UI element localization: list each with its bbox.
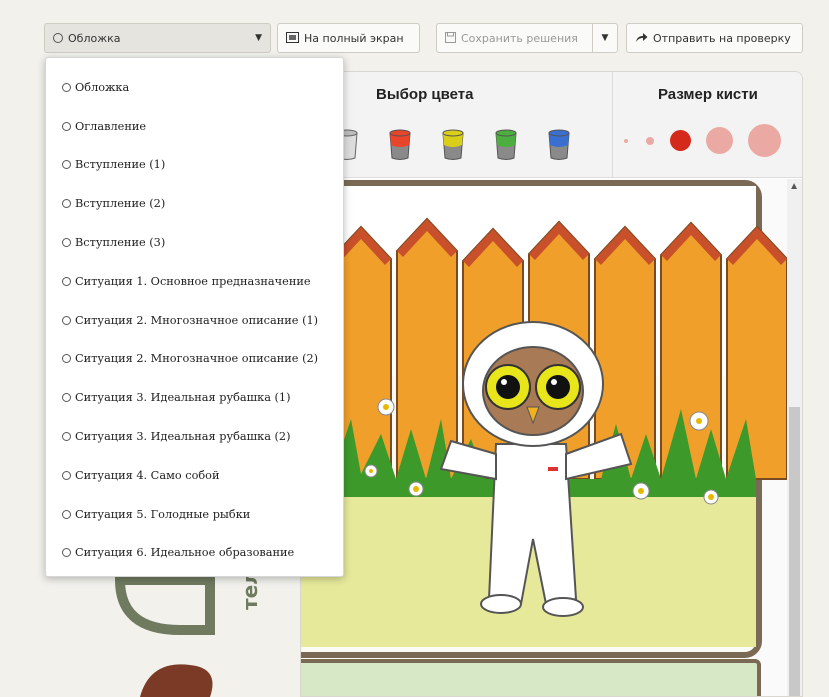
dropdown-item-label: Ситуация 6. Идеальное образование [75,546,295,560]
fullscreen-label: На полный экран [304,31,404,45]
circle-icon [62,393,71,403]
circle-icon [62,354,71,364]
dropdown-item-label: Ситуация 3. Идеальная рубашка (2) [75,430,291,444]
paint-bucket-green-icon[interactable] [493,127,519,161]
coloring-picture [301,180,788,696]
circle-icon [62,121,71,131]
dropdown-item[interactable]: Ситуация 2. Многозначное описание (2) [46,340,343,379]
brush-size-2[interactable] [646,137,654,145]
circle-icon [62,548,71,558]
dropdown-item-label: Ситуация 5. Голодные рыбки [75,507,251,521]
brush-size-5[interactable] [748,124,781,157]
page-select[interactable]: Обложка ▼ [44,23,271,53]
dropdown-item-label: Ситуация 2. Многозначное описание (2) [75,352,319,366]
caret-down-icon: ▼ [601,33,609,43]
submit-label: Отправить на проверку [653,31,791,45]
chevron-up-icon[interactable]: ▲ [789,181,799,192]
paint-bucket-red-icon[interactable] [387,127,413,161]
fullscreen-button[interactable]: На полный экран [277,23,420,53]
dropdown-item-label: Вступление (1) [75,158,166,172]
share-arrow-icon [635,32,648,45]
scrollbar-thumb[interactable] [789,407,800,696]
dropdown-item-label: Обложка [75,80,130,94]
floppy-icon [445,31,456,45]
dropdown-item-label: Ситуация 1. Основное предназначение [75,274,311,288]
dropdown-item-label: Ситуация 3. Идеальная рубашка (1) [75,391,291,405]
dropdown-item[interactable]: Ситуация 4. Само собой [46,456,343,495]
circle-icon [62,509,71,519]
brush-size-title: Размер кисти [658,86,758,103]
dropdown-item[interactable]: Вступление (3) [46,223,343,262]
dropdown-item[interactable]: Вступление (2) [46,184,343,223]
dropdown-item[interactable]: Ситуация 1. Основное предназначение [46,262,343,301]
circle-icon [62,238,71,248]
paint-bucket-blue-icon[interactable] [546,127,572,161]
color-picker-title: Выбор цвета [376,86,474,103]
dropdown-item[interactable]: Ситуация 5. Голодные рыбки [46,495,343,534]
dropdown-item-label: Ситуация 4. Само собой [75,468,220,482]
caret-down-icon: ▼ [255,33,262,43]
circle-icon [62,276,71,286]
circle-icon [62,160,71,170]
save-button[interactable]: Сохранить решения [436,23,593,53]
circle-icon [53,33,63,43]
dropdown-item[interactable]: Ситуация 3. Идеальная рубашка (1) [46,378,343,417]
paint-bucket-yellow-icon[interactable] [440,127,466,161]
circle-icon [62,199,71,209]
submit-button[interactable]: Отправить на проверку [626,23,803,53]
circle-icon [62,82,71,92]
circle-icon [62,432,71,442]
save-label: Сохранить решения [461,31,578,45]
page-select-value: Обложка [68,31,121,45]
header-divider [612,72,613,178]
circle-icon [62,315,71,325]
dropdown-item[interactable]: Ситуация 2. Многозначное описание (1) [46,301,343,340]
dropdown-item-label: Вступление (2) [75,197,166,211]
coloring-panel: Выбор цвета Размер кисти ▲ [300,71,803,697]
dropdown-item[interactable]: Ситуация 3. Идеальная рубашка (2) [46,417,343,456]
save-options-button[interactable]: ▼ [592,23,618,53]
brush-size-1[interactable] [624,139,628,143]
dropdown-item[interactable]: Ситуация 6. Идеальное образование [46,534,343,573]
brush-size-4[interactable] [706,127,733,154]
dropdown-item[interactable]: Вступление (1) [46,146,343,185]
brush-size-3[interactable] [670,130,691,151]
drawing-canvas[interactable] [301,179,802,696]
dropdown-item-label: Оглавление [75,119,147,133]
dropdown-item-label: Вступление (3) [75,236,166,250]
dropdown-item[interactable]: Обложка [46,68,343,107]
tools-header: Выбор цвета Размер кисти [301,72,802,178]
fullscreen-icon [286,31,299,45]
page-select-dropdown: Обложка Оглавление Вступление (1) Вступлени… [45,57,344,577]
circle-icon [62,470,71,480]
dropdown-item-label: Ситуация 2. Многозначное описание (1) [75,313,319,327]
dropdown-item[interactable]: Оглавление [46,107,343,146]
